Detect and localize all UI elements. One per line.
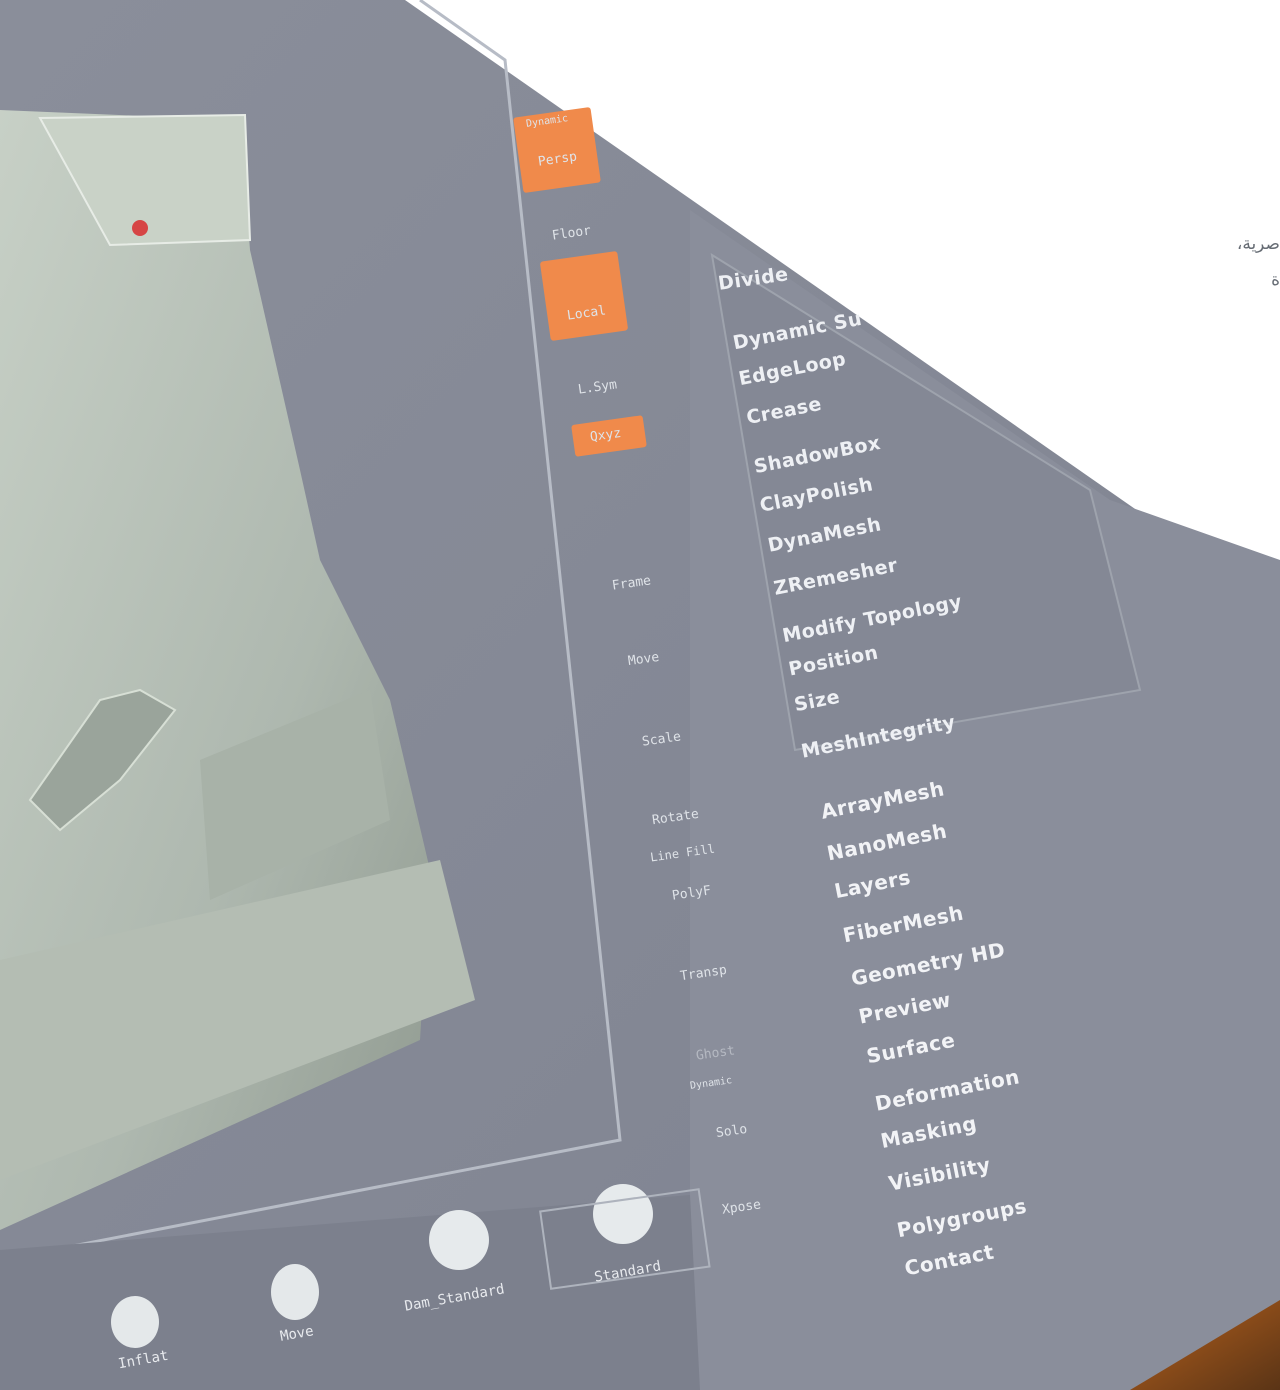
brush-icons (111, 1184, 711, 1348)
move-brush-icon (271, 1264, 319, 1320)
dam-standard-brush-icon (429, 1210, 489, 1270)
inflat-brush-icon (111, 1296, 159, 1348)
standard-brush-icon (593, 1184, 653, 1244)
